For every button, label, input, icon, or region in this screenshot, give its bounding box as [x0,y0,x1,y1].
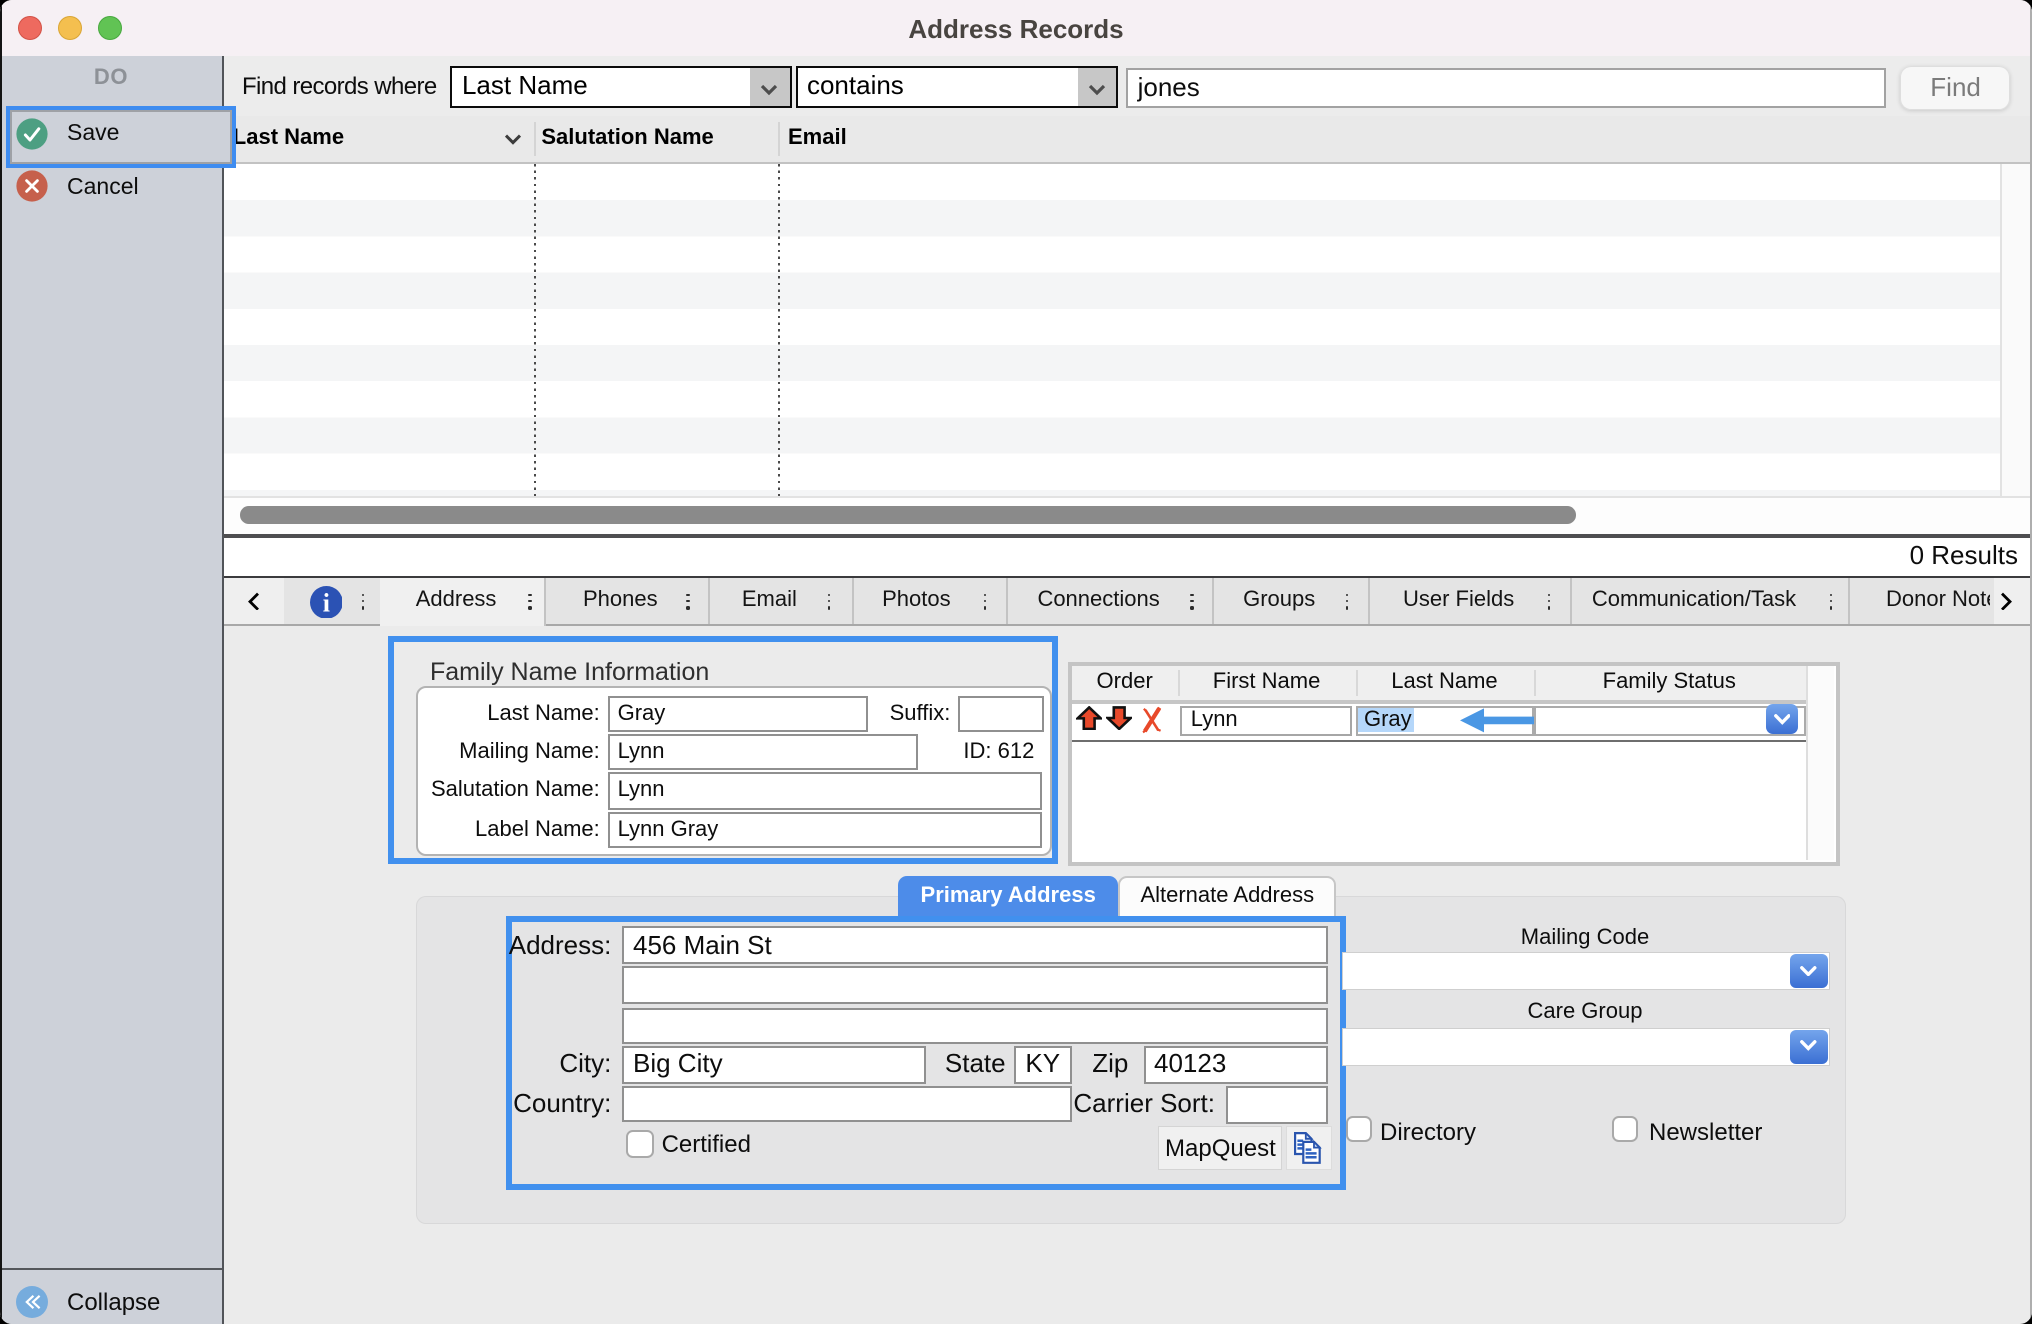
svg-text:i: i [323,588,330,617]
